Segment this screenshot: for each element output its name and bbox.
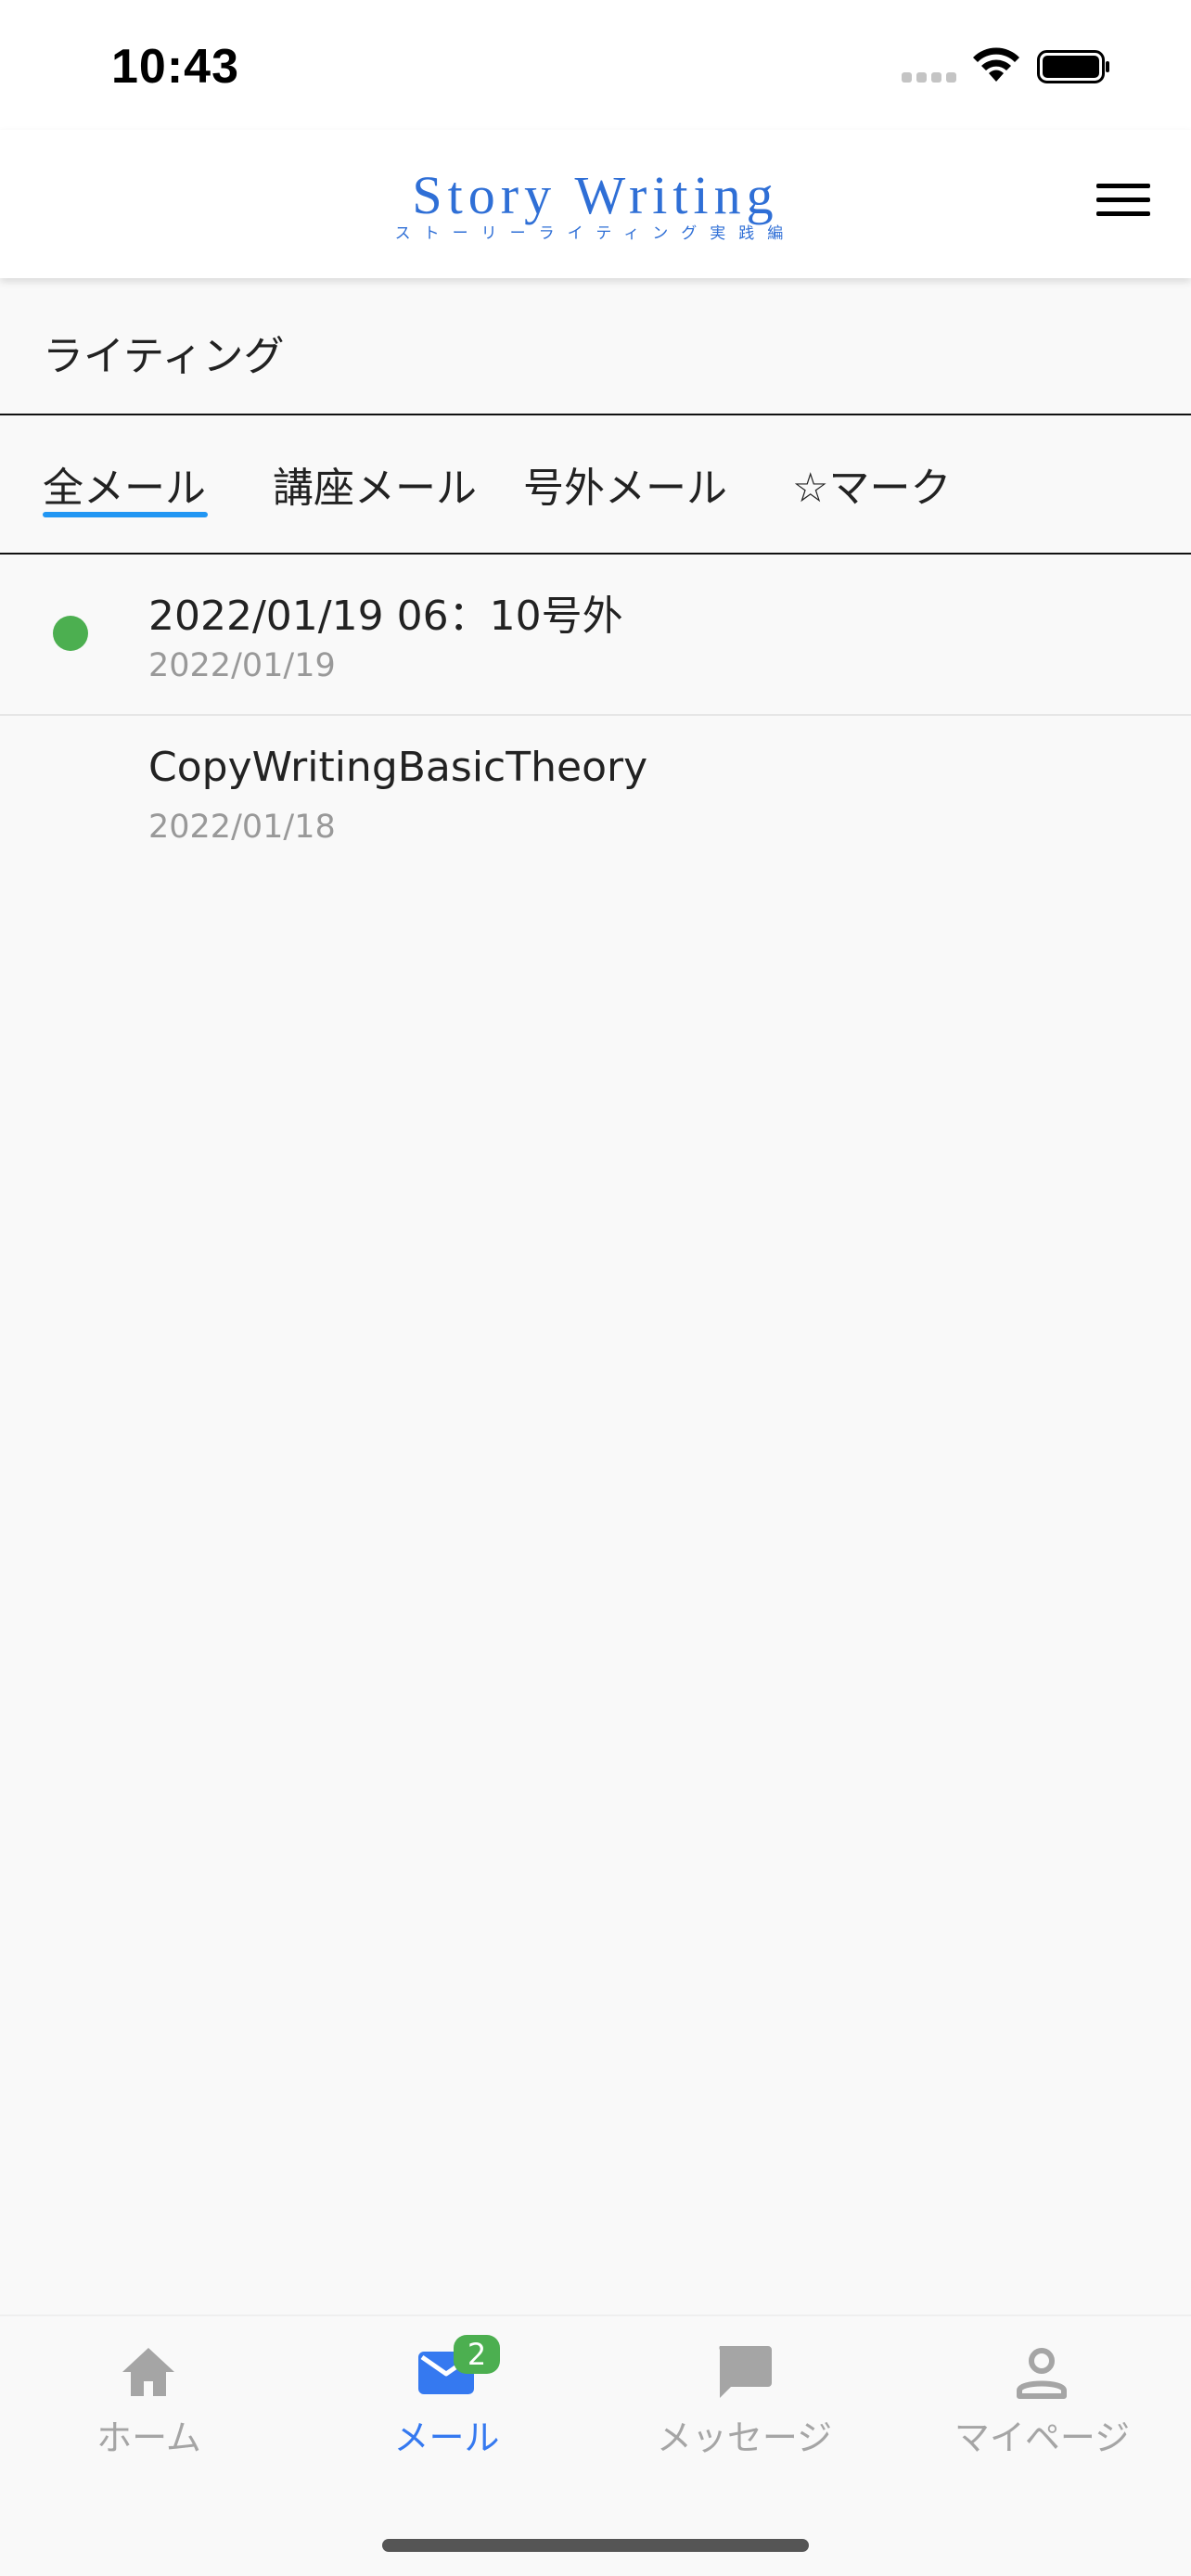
- mail-subject: CopyWritingBasicTheory: [148, 744, 648, 791]
- nav-label: マイページ: [954, 2417, 1131, 2458]
- mail-list: 2022/01/19 06：10号外 2022/01/19 CopyWritin…: [0, 555, 1191, 875]
- mail-tabs: 全メール 講座メール 号外メール ☆マーク: [0, 415, 1191, 555]
- nav-label: メッセージ: [656, 2417, 833, 2458]
- nav-label: ホーム: [96, 2417, 201, 2458]
- unread-dot-icon: [53, 616, 88, 651]
- status-bar: 10:43: [0, 0, 1191, 130]
- status-time: 10:43: [111, 40, 239, 94]
- chat-icon: [719, 2346, 772, 2398]
- list-item[interactable]: CopyWritingBasicTheory 2022/01/18: [0, 716, 1191, 875]
- tab-extra-mail[interactable]: 号外メール: [523, 454, 727, 514]
- nav-mail[interactable]: 2 メール: [298, 2335, 596, 2481]
- nav-mypage[interactable]: マイページ: [893, 2342, 1191, 2481]
- active-tab-indicator: [43, 512, 208, 517]
- page-title: ライティング: [43, 333, 285, 380]
- section-header: ライティング: [0, 278, 1191, 415]
- battery-icon: [1037, 50, 1109, 83]
- wifi-icon: [973, 47, 1019, 82]
- app-logo: Story Writing ストーリーライティング実践編: [0, 165, 1191, 244]
- mail-count-badge: 2: [454, 2335, 500, 2374]
- app-header: Story Writing ストーリーライティング実践編: [0, 130, 1191, 278]
- mail-subject: 2022/01/19 06：10号外: [148, 593, 623, 640]
- hamburger-menu-icon[interactable]: [1095, 180, 1154, 221]
- mail-date: 2022/01/18: [148, 809, 336, 846]
- nav-messages[interactable]: メッセージ: [596, 2342, 893, 2481]
- person-icon: [1017, 2348, 1067, 2399]
- home-icon: [122, 2348, 174, 2396]
- list-item[interactable]: 2022/01/19 06：10号外 2022/01/19: [0, 555, 1191, 716]
- cellular-signal-icon: [902, 72, 957, 83]
- mail-date: 2022/01/19: [148, 647, 336, 684]
- nav-label: メール: [393, 2417, 500, 2458]
- tab-all-mail[interactable]: 全メール: [43, 454, 206, 514]
- tab-starred[interactable]: ☆マーク: [792, 454, 951, 514]
- nav-home[interactable]: ホーム: [0, 2342, 298, 2481]
- tab-course-mail[interactable]: 講座メール: [273, 454, 477, 514]
- bottom-navigation: ホーム 2 メール メッセージ マイページ: [0, 2315, 1191, 2576]
- logo-title: Story Writing: [412, 165, 779, 225]
- home-indicator[interactable]: [382, 2539, 809, 2552]
- logo-subtitle: ストーリーライティング実践編: [394, 224, 797, 243]
- app-screen: 10:43 Story Writing ストーリーライティング実践編 ライティン…: [0, 0, 1191, 2576]
